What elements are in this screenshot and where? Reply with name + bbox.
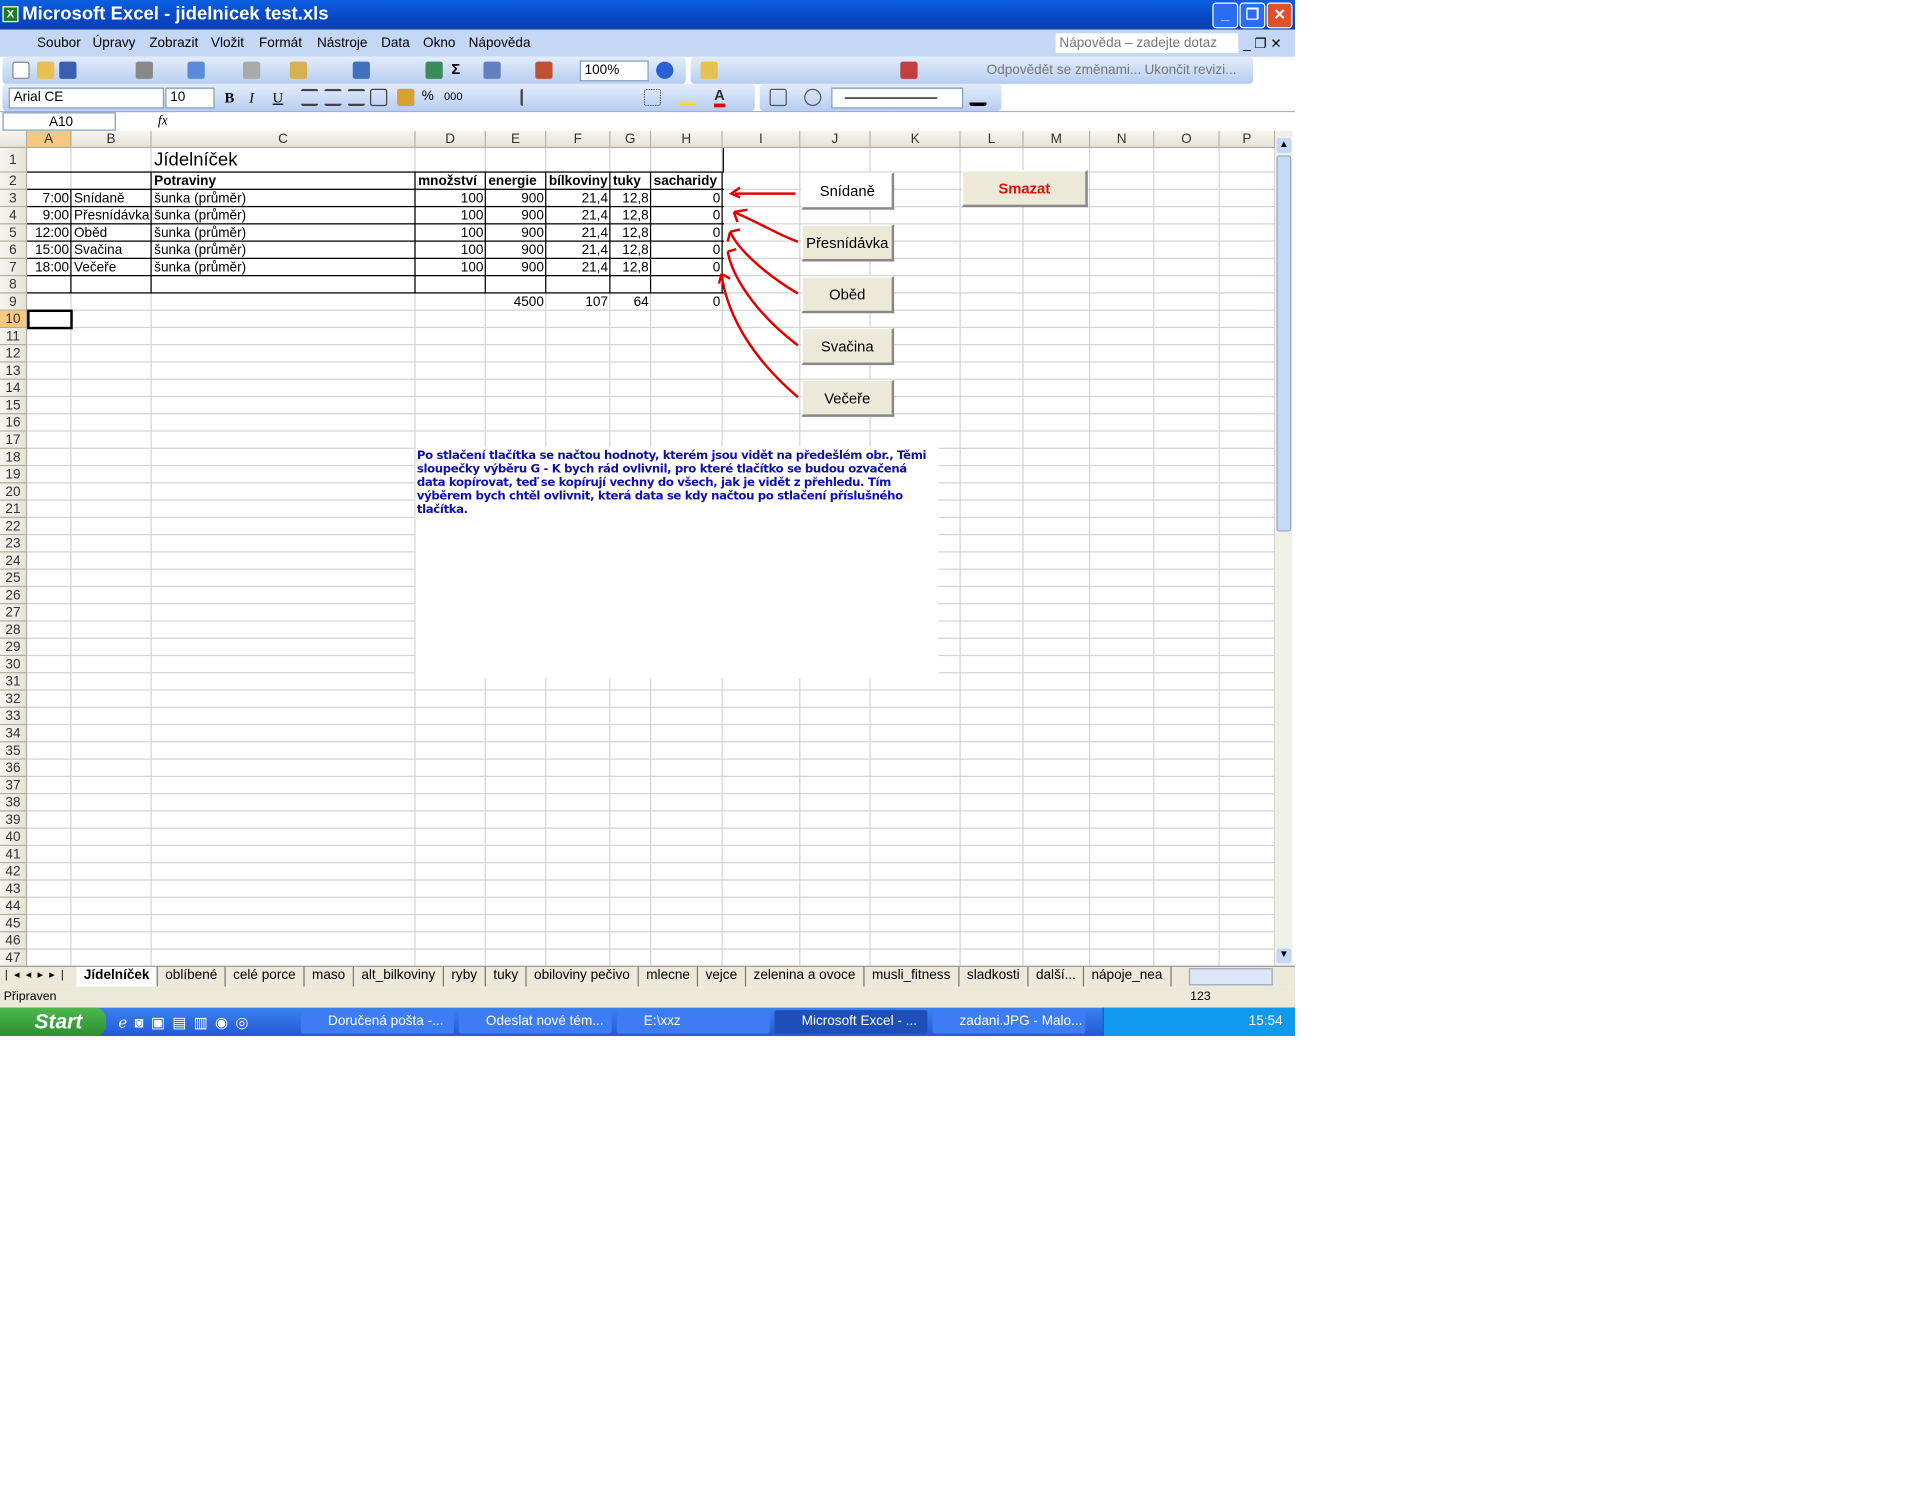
sheet-tab[interactable]: zelenina a ovoce — [746, 966, 865, 987]
sheet-tab[interactable]: další... — [1029, 966, 1085, 987]
task-folder[interactable]: E:\xxz — [616, 1010, 770, 1034]
num-lock-indicator: 123 — [1190, 990, 1211, 1004]
sheet-tab[interactable]: Jídelníček — [76, 966, 159, 987]
task-excel[interactable]: Microsoft Excel - ... — [774, 1010, 928, 1034]
sheet-tab[interactable]: celé porce — [226, 966, 305, 987]
sheet-tab[interactable]: ryby — [444, 966, 486, 987]
clock: 15:54 — [1248, 1013, 1283, 1029]
sheet-tab[interactable]: mlecne — [639, 966, 699, 987]
note-textbox[interactable]: Po stlačení tlačítka se načtou hodnoty, … — [415, 446, 939, 679]
system-tray: 15:54 — [1102, 1007, 1295, 1036]
scroll-up-button[interactable]: ▲ — [1276, 138, 1292, 153]
sheet-tab[interactable]: vejce — [698, 966, 746, 987]
status-ready: Připraven — [3, 990, 57, 1004]
status-bar: Připraven 123 — [0, 986, 1295, 1008]
sheet-tab[interactable]: oblíbené — [158, 966, 226, 987]
scroll-down-button[interactable]: ▼ — [1276, 948, 1292, 964]
smazat-button[interactable]: Smazat — [961, 170, 1088, 208]
obed-button[interactable]: Oběd — [801, 276, 895, 314]
task-paint[interactable]: zadani.JPG - Malo... — [932, 1010, 1086, 1034]
horizontal-scrollbar[interactable] — [1188, 968, 1273, 986]
sheet-tab[interactable]: musli_fitness — [865, 966, 959, 987]
svacina-button[interactable]: Svačina — [801, 328, 895, 366]
sheet-tab[interactable]: sladkosti — [960, 966, 1029, 987]
presnidavka-button[interactable]: Přesnídávka — [801, 224, 895, 262]
sheet-tab[interactable]: tuky — [486, 966, 527, 987]
arrow-snidane — [728, 186, 796, 199]
sheet-tab[interactable]: alt_bilkoviny — [354, 966, 444, 987]
task-dorucena-posta[interactable]: Doručená pošta -... — [300, 1010, 454, 1034]
sheet-tab[interactable]: nápoje_nea — [1084, 966, 1172, 987]
arrow-presnidavka — [732, 208, 799, 243]
start-button[interactable]: Start — [0, 1007, 107, 1036]
sheet-tab[interactable]: obiloviny pečivo — [527, 966, 639, 987]
sheet-tabs-bar: |◂◂▸▸| Jídelníček oblíbené celé porce maso a… — [0, 965, 1295, 987]
taskbar: Start ℯ◙▣▤▥◉◎ Doručená pošta -... Odesla… — [0, 1007, 1295, 1036]
scroll-thumb[interactable] — [1276, 155, 1292, 532]
arrow-svacina — [726, 247, 799, 347]
quick-launch-icons[interactable]: ℯ◙▣▤▥◉◎ — [118, 1014, 255, 1031]
vecere-button[interactable]: Večeře — [801, 379, 895, 417]
tab-scroll-buttons[interactable]: |◂◂▸▸| — [5, 968, 70, 982]
vertical-scrollbar[interactable]: ▲ ▼ — [1275, 130, 1293, 966]
task-odeslat[interactable]: Odeslat nové tém... — [458, 1010, 612, 1034]
snidane-button[interactable]: Snídaně — [801, 172, 895, 210]
arrow-obed — [726, 228, 799, 295]
sheet-tab[interactable]: maso — [305, 966, 354, 987]
